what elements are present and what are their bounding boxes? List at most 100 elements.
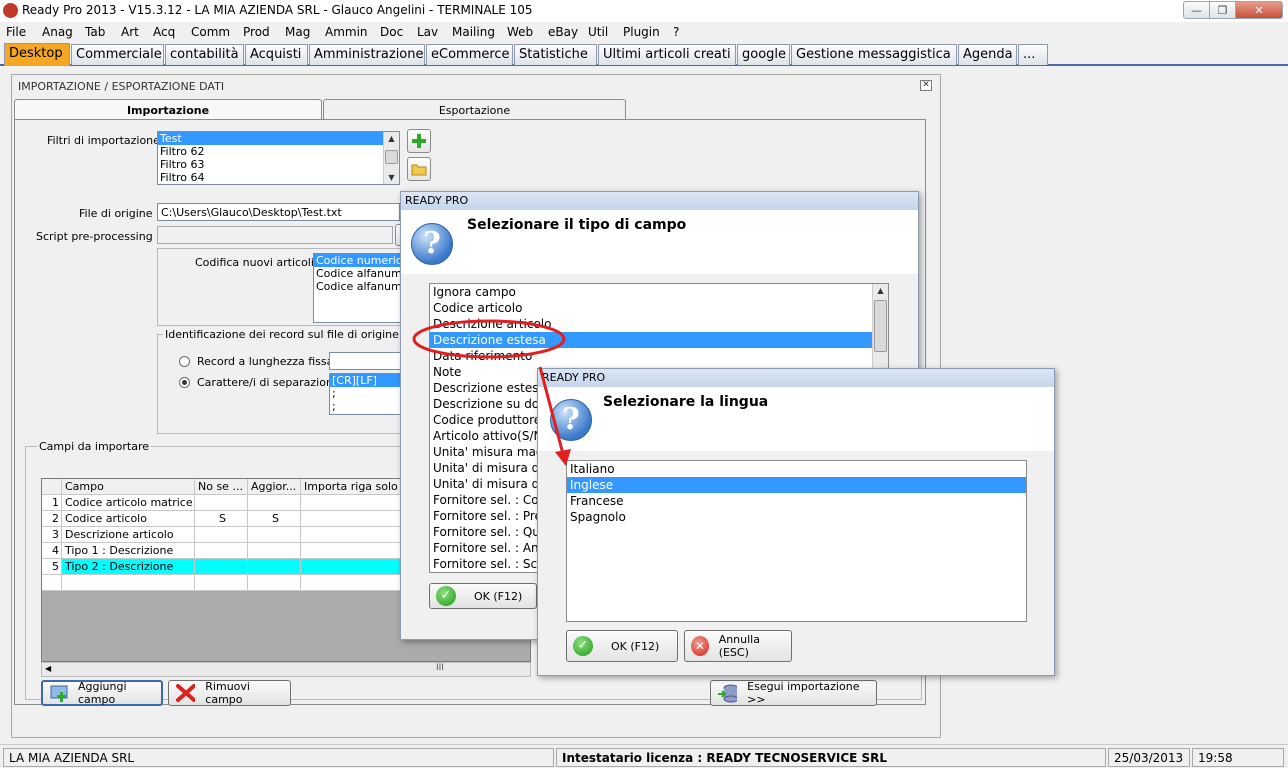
tab-more[interactable]: ... bbox=[1018, 44, 1048, 65]
coding-item[interactable]: Codice alfanumeri bbox=[314, 280, 405, 293]
add-filter-button[interactable] bbox=[407, 129, 431, 153]
tab-messaggistica[interactable]: Gestione messaggistica bbox=[791, 44, 957, 65]
menu-mag[interactable]: Mag bbox=[285, 25, 310, 39]
menu-art[interactable]: Art bbox=[121, 25, 139, 39]
add-field-button[interactable]: Aggiungi campo bbox=[41, 680, 163, 706]
list-item-selected[interactable]: Inglese bbox=[567, 477, 1026, 493]
list-item[interactable]: Ignora campo bbox=[430, 284, 888, 300]
menu-acq[interactable]: Acq bbox=[153, 25, 175, 39]
row-campo[interactable]: Tipo 1 : Descrizione bbox=[62, 543, 195, 559]
menu-file[interactable]: File bbox=[6, 25, 26, 39]
menu-util[interactable]: Util bbox=[588, 25, 608, 39]
list-item[interactable]: Data riferimento bbox=[430, 348, 888, 364]
row-update[interactable]: S bbox=[248, 511, 301, 527]
menu-comm[interactable]: Comm bbox=[191, 25, 230, 39]
tab-amministrazione[interactable]: Amministrazione bbox=[309, 44, 425, 65]
language-cancel-button[interactable]: ✕ Annulla (ESC) bbox=[684, 630, 792, 662]
row-update[interactable] bbox=[248, 559, 301, 575]
row-campo[interactable]: Codice articolo matrice bbox=[62, 495, 195, 511]
menu-ammin[interactable]: Ammin bbox=[325, 25, 368, 39]
remove-field-button[interactable]: Rimuovi campo bbox=[168, 680, 291, 706]
row-campo[interactable] bbox=[62, 575, 195, 591]
scroll-thumb[interactable] bbox=[874, 300, 887, 352]
tab-google[interactable]: google bbox=[737, 44, 790, 65]
row-campo[interactable]: Codice articolo bbox=[62, 511, 195, 527]
field-type-ok-button[interactable]: ✓ OK (F12) bbox=[429, 583, 537, 609]
menu-prod[interactable]: Prod bbox=[243, 25, 270, 39]
list-item[interactable]: Descrizione articolo bbox=[430, 316, 888, 332]
menu-help[interactable]: ? bbox=[673, 25, 679, 39]
tab-esportazione[interactable]: Esportazione bbox=[323, 99, 626, 120]
tab-ultimi-articoli[interactable]: Ultimi articoli creati bbox=[598, 44, 736, 65]
filters-list[interactable]: Test Filtro 62 Filtro 63 Filtro 64 ▲ ▼ bbox=[157, 131, 400, 185]
open-filter-button[interactable] bbox=[407, 157, 431, 181]
tab-statistiche[interactable]: Statistiche bbox=[514, 44, 597, 65]
run-import-button[interactable]: Esegui importazione >> bbox=[710, 680, 877, 706]
separator-item[interactable]: [CR][LF] bbox=[330, 374, 407, 387]
filters-scrollbar[interactable]: ▲ ▼ bbox=[383, 132, 399, 184]
row-noif[interactable]: S bbox=[195, 511, 248, 527]
menu-web[interactable]: Web bbox=[507, 25, 533, 39]
row-update[interactable] bbox=[248, 495, 301, 511]
list-item-selected[interactable]: Descrizione estesa bbox=[430, 332, 888, 348]
row-campo[interactable]: Descrizione articolo bbox=[62, 527, 195, 543]
row-update[interactable] bbox=[248, 543, 301, 559]
filter-item[interactable]: Filtro 64 bbox=[158, 171, 399, 184]
separator-item[interactable]: ; bbox=[330, 387, 407, 400]
coding-item[interactable]: Codice numerico p bbox=[314, 254, 405, 267]
restore-button[interactable]: ❐ bbox=[1209, 1, 1236, 19]
filter-item[interactable]: Filtro 62 bbox=[158, 145, 399, 158]
row-noif[interactable] bbox=[195, 527, 248, 543]
list-item[interactable]: Codice articolo bbox=[430, 300, 888, 316]
scroll-up-icon[interactable]: ▲ bbox=[873, 284, 888, 297]
scroll-down-icon[interactable]: ▼ bbox=[384, 171, 399, 184]
record-length-input[interactable] bbox=[329, 352, 407, 370]
menu-ebay[interactable]: eBay bbox=[548, 25, 578, 39]
minimize-button[interactable]: — bbox=[1183, 1, 1210, 19]
row-noif[interactable] bbox=[195, 543, 248, 559]
menu-mailing[interactable]: Mailing bbox=[452, 25, 495, 39]
scroll-left-icon[interactable]: ◀ bbox=[45, 664, 51, 673]
tab-contabilita[interactable]: contabilità bbox=[165, 44, 244, 65]
coding-item[interactable]: Codice alfanumeri bbox=[314, 267, 405, 280]
panel-close-button[interactable]: ✕ bbox=[920, 80, 932, 91]
list-item[interactable]: Francese bbox=[567, 493, 1026, 509]
menu-tab[interactable]: Tab bbox=[85, 25, 105, 39]
tab-agenda[interactable]: Agenda bbox=[958, 44, 1017, 65]
separator-list[interactable]: [CR][LF] ; ; bbox=[329, 373, 407, 415]
scroll-thumb[interactable] bbox=[385, 150, 398, 164]
script-input[interactable] bbox=[157, 226, 393, 244]
row-noif[interactable] bbox=[195, 575, 248, 591]
separator-item[interactable]: ; bbox=[330, 400, 407, 413]
language-list[interactable]: Italiano Inglese Francese Spagnolo bbox=[566, 460, 1027, 622]
grid-header-update[interactable]: Aggior... bbox=[248, 479, 301, 495]
source-file-input[interactable]: C:\Users\Glauco\Desktop\Test.txt bbox=[157, 203, 400, 221]
menu-plugin[interactable]: Plugin bbox=[623, 25, 660, 39]
radio-fixed-length[interactable] bbox=[179, 356, 190, 367]
menu-doc[interactable]: Doc bbox=[380, 25, 403, 39]
tab-commerciale[interactable]: Commerciale bbox=[71, 44, 164, 65]
radio-separator[interactable] bbox=[179, 377, 190, 388]
close-button[interactable]: ✕ bbox=[1235, 1, 1283, 19]
filter-item[interactable]: Filtro 63 bbox=[158, 158, 399, 171]
filter-item[interactable]: Test bbox=[158, 132, 399, 145]
list-item[interactable]: Spagnolo bbox=[567, 509, 1026, 525]
grid-header-campo[interactable]: Campo bbox=[62, 479, 195, 495]
tab-importazione[interactable]: Importazione bbox=[14, 99, 322, 120]
tab-acquisti[interactable]: Acquisti bbox=[245, 44, 308, 65]
list-item[interactable]: Italiano bbox=[567, 461, 1026, 477]
row-update[interactable] bbox=[248, 575, 301, 591]
row-noif[interactable] bbox=[195, 559, 248, 575]
menu-anag[interactable]: Anag bbox=[42, 25, 73, 39]
coding-list[interactable]: Codice numerico p Codice alfanumeri Codi… bbox=[313, 253, 405, 323]
tab-desktop[interactable]: Desktop bbox=[4, 43, 70, 66]
grid-header-noif[interactable]: No se ... bbox=[195, 479, 248, 495]
tab-ecommerce[interactable]: eCommerce bbox=[426, 44, 513, 65]
row-campo[interactable]: Tipo 2 : Descrizione bbox=[62, 559, 195, 575]
menu-lav[interactable]: Lav bbox=[417, 25, 438, 39]
scroll-up-icon[interactable]: ▲ bbox=[384, 132, 399, 145]
grid-horizontal-scrollbar[interactable]: ◀ III bbox=[41, 662, 531, 677]
row-update[interactable] bbox=[248, 527, 301, 543]
language-ok-button[interactable]: ✓ OK (F12) bbox=[566, 630, 678, 662]
row-noif[interactable] bbox=[195, 495, 248, 511]
